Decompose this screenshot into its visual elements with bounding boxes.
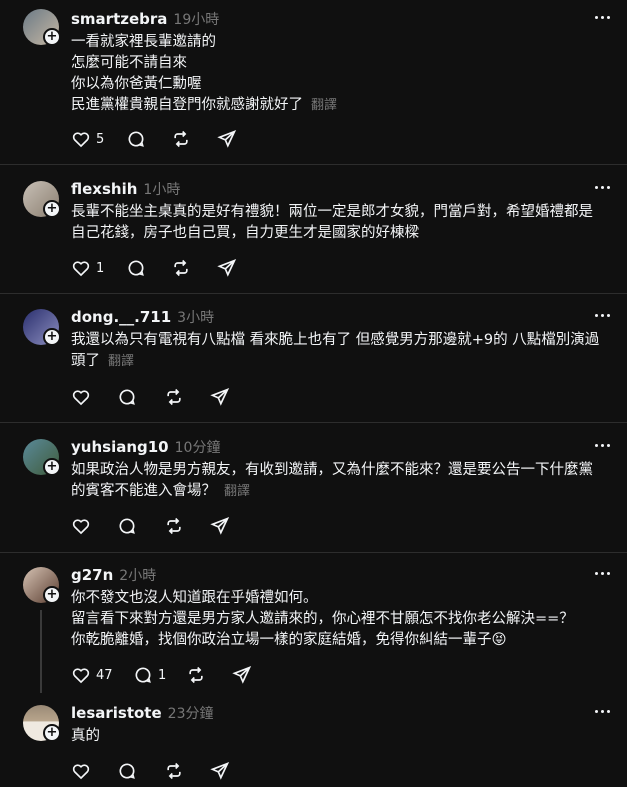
thread-line xyxy=(40,610,42,693)
like-button[interactable] xyxy=(71,761,91,781)
share-icon xyxy=(210,761,230,780)
repost-icon xyxy=(174,130,188,148)
reply-icon xyxy=(119,518,135,534)
follow-plus-icon[interactable]: + xyxy=(43,200,61,218)
username[interactable]: flexshih 1小時 xyxy=(71,179,180,199)
follow-plus-icon[interactable]: + xyxy=(43,724,61,742)
like-count: 5 xyxy=(96,131,105,147)
post-time: 1小時 xyxy=(143,182,181,198)
post-body: 真的 xyxy=(71,728,100,744)
heart-icon xyxy=(72,132,90,148)
follow-plus-icon[interactable]: + xyxy=(43,458,61,476)
heart-icon xyxy=(72,261,90,277)
like-button[interactable] xyxy=(71,387,91,407)
reply-button[interactable] xyxy=(117,516,137,536)
more-icon[interactable] xyxy=(594,443,612,449)
share-icon xyxy=(210,387,230,406)
translate-link[interactable]: 翻譯 xyxy=(311,98,337,113)
share-button[interactable] xyxy=(210,387,230,407)
more-icon[interactable] xyxy=(594,709,612,715)
reply-button[interactable] xyxy=(117,761,137,781)
reply-count: 1 xyxy=(158,667,167,683)
follow-plus-icon[interactable]: + xyxy=(43,28,61,46)
more-icon[interactable] xyxy=(594,15,612,21)
share-button[interactable] xyxy=(210,516,230,536)
like-button[interactable] xyxy=(71,516,91,536)
like-button[interactable]: 5 xyxy=(71,129,104,149)
repost-icon xyxy=(167,762,181,780)
share-button[interactable] xyxy=(217,129,237,149)
repost-button[interactable] xyxy=(171,129,191,149)
reply-icon xyxy=(135,667,151,683)
username[interactable]: g27n 2小時 xyxy=(71,565,156,585)
follow-plus-icon[interactable]: + xyxy=(43,586,61,604)
repost-icon xyxy=(174,259,188,277)
share-button[interactable] xyxy=(217,258,237,278)
repost-button[interactable] xyxy=(164,761,184,781)
more-icon[interactable] xyxy=(594,313,612,319)
more-icon[interactable] xyxy=(594,185,612,191)
post-body: 我還以為只有電視有八點檔 看來脆上也有了 但感覺男方那邊就+9的 八點檔別演過 … xyxy=(71,332,600,369)
translate-link[interactable]: 翻譯 xyxy=(108,354,134,369)
username[interactable]: yuhsiang10 10分鐘 xyxy=(71,437,220,457)
like-button[interactable]: 1 xyxy=(71,258,104,278)
reply-button[interactable] xyxy=(117,387,137,407)
reply-icon xyxy=(119,389,135,405)
repost-icon xyxy=(167,388,181,406)
post-body: 如果政治人物是男方親友，有收到邀請，又為什麼不能來？還是要公告一下什麼黨 的賓客… xyxy=(71,462,593,499)
username[interactable]: smartzebra 19小時 xyxy=(71,9,219,29)
heart-icon xyxy=(72,764,90,780)
post-body: 你不發文也沒人知道跟在乎婚禮如何。 留言看下來對方還是男方家人邀請來的，你心裡不… xyxy=(71,590,574,648)
repost-icon xyxy=(189,666,203,684)
more-icon[interactable] xyxy=(594,571,612,577)
reply-icon xyxy=(119,763,135,779)
post-body: 長輩不能坐主桌真的是好有禮貌！兩位一定是郎才女貌，門當戶對，希望婚禮都是 自己花… xyxy=(71,204,593,241)
heart-icon xyxy=(72,668,90,684)
post-body: 一看就家裡長輩邀請的 怎麼可能不請自來 你以為你爸黃仁勳喔 民進黨權貴親自登門你… xyxy=(71,34,338,113)
reply-icon xyxy=(128,131,144,147)
repost-button[interactable] xyxy=(186,665,206,685)
share-icon xyxy=(210,516,230,535)
reply-button[interactable]: 1 xyxy=(133,665,166,685)
translate-link[interactable]: 翻譯 xyxy=(224,484,250,499)
divider xyxy=(0,164,627,165)
reply-button[interactable] xyxy=(126,258,146,278)
repost-icon xyxy=(167,517,181,535)
post-time: 2小時 xyxy=(119,568,157,584)
heart-icon xyxy=(72,390,90,406)
reply-icon xyxy=(128,260,144,276)
post-time: 10分鐘 xyxy=(174,440,221,456)
repost-button[interactable] xyxy=(164,387,184,407)
post-time: 3小時 xyxy=(177,310,215,326)
like-count: 47 xyxy=(96,667,113,683)
like-count: 1 xyxy=(96,260,105,276)
share-button[interactable] xyxy=(232,665,252,685)
post-time: 23分鐘 xyxy=(167,706,214,722)
post-time: 19小時 xyxy=(173,12,220,28)
divider xyxy=(0,293,627,294)
share-icon xyxy=(232,665,252,684)
heart-icon xyxy=(72,519,90,535)
repost-button[interactable] xyxy=(164,516,184,536)
reply-button[interactable] xyxy=(126,129,146,149)
divider xyxy=(0,552,627,553)
share-icon xyxy=(217,129,237,148)
divider xyxy=(0,422,627,423)
share-icon xyxy=(217,258,237,277)
share-button[interactable] xyxy=(210,761,230,781)
username[interactable]: lesaristote 23分鐘 xyxy=(71,703,213,723)
follow-plus-icon[interactable]: + xyxy=(43,328,61,346)
repost-button[interactable] xyxy=(171,258,191,278)
username[interactable]: dong.__.711 3小時 xyxy=(71,307,214,327)
like-button[interactable]: 47 xyxy=(71,665,113,685)
